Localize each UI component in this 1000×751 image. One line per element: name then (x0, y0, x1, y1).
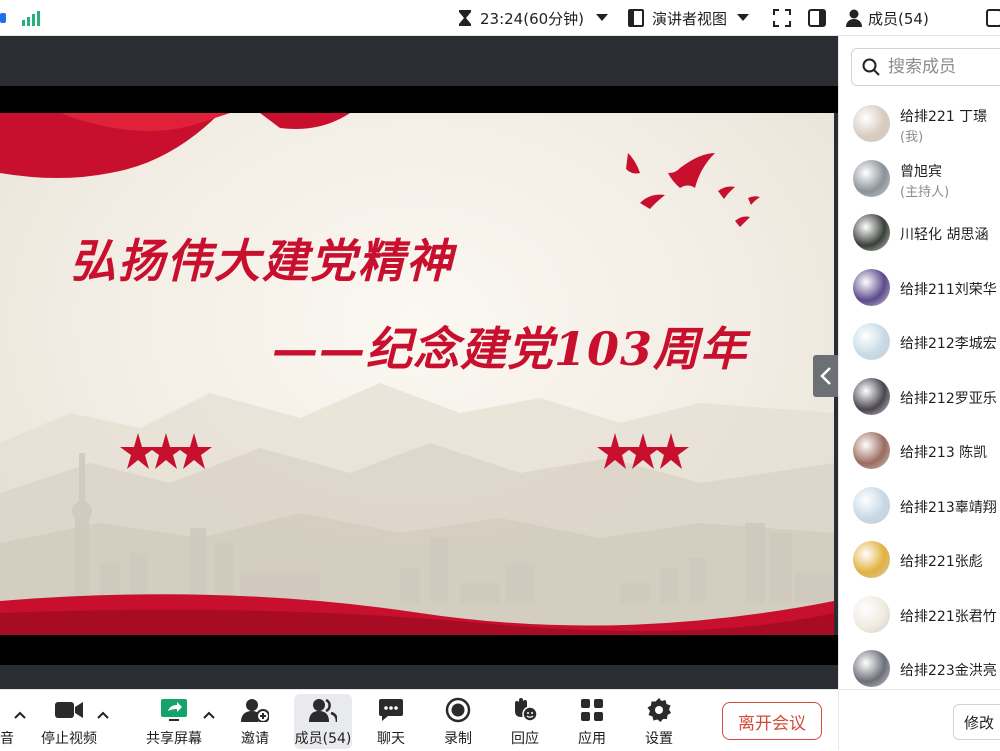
popout-icon[interactable] (986, 0, 1000, 36)
member-name: 给排213辜靖翔 (900, 499, 997, 516)
letterbox-top (0, 86, 838, 113)
react-label: 回应 (511, 731, 539, 747)
share-screen-button[interactable]: 共享屏幕 (142, 690, 206, 751)
member-row[interactable]: 给排212罗亚乐 (839, 370, 1000, 424)
collapse-panel-handle[interactable] (813, 355, 839, 397)
slide-title-line1: 弘扬伟大建党精神 (70, 234, 454, 288)
member-name: 给排213 陈凯 (900, 445, 988, 461)
share-options-chevron-icon[interactable] (203, 704, 215, 723)
signal-strength-icon[interactable] (22, 0, 40, 36)
member-row[interactable]: 给排213辜靖翔 (839, 479, 1000, 533)
member-row[interactable]: 川轻化 胡思涵 (839, 206, 1000, 260)
invite-button[interactable]: 邀请 (236, 690, 274, 751)
meeting-toolbar: 音 停止视频 共享屏幕 邀请 成员(54) 聊天 录制 回应 应用 设置 离开会… (0, 689, 838, 750)
members-title-text: 成员(54) (868, 9, 929, 28)
stop-video-button[interactable]: 停止视频 (38, 690, 100, 751)
video-camera-icon (55, 702, 83, 718)
member-search-input[interactable] (888, 53, 998, 81)
record-icon (445, 697, 471, 723)
members-icon (309, 698, 337, 722)
hourglass-icon (458, 9, 472, 27)
members-label: 成员(54) (294, 731, 352, 747)
record-label: 录制 (444, 731, 472, 747)
member-row[interactable]: 给排221张君竹 (839, 588, 1000, 642)
member-name: 给排212李城宏 (900, 336, 997, 352)
member-name: 给排212罗亚乐 (900, 390, 997, 407)
chevron-down-icon (596, 14, 609, 22)
chevron-left-icon (820, 367, 831, 385)
reaction-icon (515, 698, 538, 722)
avatar (853, 105, 890, 142)
leave-meeting-button[interactable]: 离开会议 (722, 702, 822, 740)
shared-screen-area: 弘扬伟大建党精神 ——纪念建党103周年 (0, 36, 839, 689)
layout-icon (628, 9, 644, 27)
stop-video-label: 停止视频 (41, 731, 97, 747)
member-name: 给排223金洪亮 (900, 663, 997, 679)
apps-button[interactable]: 应用 (575, 690, 609, 751)
member-row[interactable]: 曾旭宾 (主持人) (839, 152, 1000, 206)
search-icon (862, 58, 880, 76)
meeting-timer[interactable]: 23:24(60分钟) (458, 0, 609, 36)
member-row[interactable]: 给排213 陈凯 (839, 424, 1000, 478)
avatar (853, 214, 890, 251)
avatar (853, 377, 890, 415)
share-screen-icon (161, 699, 187, 721)
member-name: 给排221张彪 (900, 554, 983, 570)
members-panel-footer: 修改 (838, 689, 1000, 750)
settings-label: 设置 (645, 731, 673, 747)
apps-label: 应用 (578, 731, 606, 747)
timer-text: 23:24(60分钟) (480, 9, 585, 28)
member-row[interactable]: 给排221 丁璟 (我) (839, 97, 1000, 151)
audio-label: 音 (0, 731, 14, 747)
letterbox-bottom (0, 635, 838, 665)
chevron-down-icon (737, 14, 750, 22)
share-screen-label: 共享屏幕 (146, 731, 202, 747)
modify-button[interactable]: 修改 (953, 704, 1000, 740)
apps-grid-icon (581, 699, 603, 721)
shared-slide: 弘扬伟大建党精神 ——纪念建党103周年 (0, 113, 834, 635)
video-options-chevron-icon[interactable] (97, 704, 109, 723)
member-row[interactable]: 给排212李城宏 (839, 315, 1000, 369)
slide-title-line2: ——纪念建党103周年 (272, 322, 748, 376)
member-row[interactable]: 给排211刘荣华 (839, 261, 1000, 315)
member-name: 曾旭宾 (900, 163, 942, 180)
members-panel-title: 成员(54) (846, 0, 929, 36)
react-button[interactable]: 回应 (508, 690, 542, 751)
chat-button[interactable]: 聊天 (374, 690, 408, 751)
member-search-box[interactable] (851, 48, 1000, 86)
top-bar: 23:24(60分钟) 演讲者视图 成员(54) (0, 0, 1000, 36)
avatar (853, 541, 890, 578)
member-name: 给排221张君竹 (900, 608, 997, 625)
member-name: 给排211刘荣华 (900, 281, 997, 298)
app-logo-icon (0, 0, 8, 36)
avatar (853, 323, 890, 360)
gear-icon (647, 698, 671, 722)
invite-label: 邀请 (241, 731, 269, 747)
chat-icon (379, 699, 403, 721)
member-row[interactable]: 给排221张彪 (839, 533, 1000, 587)
members-button[interactable]: 成员(54) (294, 694, 352, 749)
person-icon (846, 9, 862, 27)
avatar (853, 650, 890, 687)
avatar (853, 268, 890, 306)
audio-options-chevron-icon[interactable] (14, 704, 26, 723)
member-name: 给排221 丁璟 (900, 109, 988, 125)
avatar (853, 159, 890, 197)
member-role-tag: (主持人) (900, 184, 950, 200)
settings-button[interactable]: 设置 (642, 690, 676, 751)
record-button[interactable]: 录制 (441, 690, 475, 751)
sidebar-toggle-icon[interactable] (808, 0, 826, 36)
avatar (853, 486, 890, 524)
avatar (853, 432, 890, 469)
members-panel: 给排221 丁璟 (我) 曾旭宾 (主持人) 川轻化 胡思涵给排211刘荣华给排212李… (838, 36, 1000, 689)
add-person-icon (241, 699, 269, 722)
view-mode-label: 演讲者视图 (652, 9, 728, 28)
member-row[interactable]: 给排223金洪亮 (839, 642, 1000, 689)
member-name: 川轻化 胡思涵 (900, 227, 989, 243)
fullscreen-icon[interactable] (773, 0, 791, 36)
avatar (853, 595, 890, 633)
member-role-tag: (我) (900, 130, 924, 145)
view-mode-dropdown[interactable]: 演讲者视图 (628, 0, 750, 36)
chat-label: 聊天 (377, 731, 405, 747)
